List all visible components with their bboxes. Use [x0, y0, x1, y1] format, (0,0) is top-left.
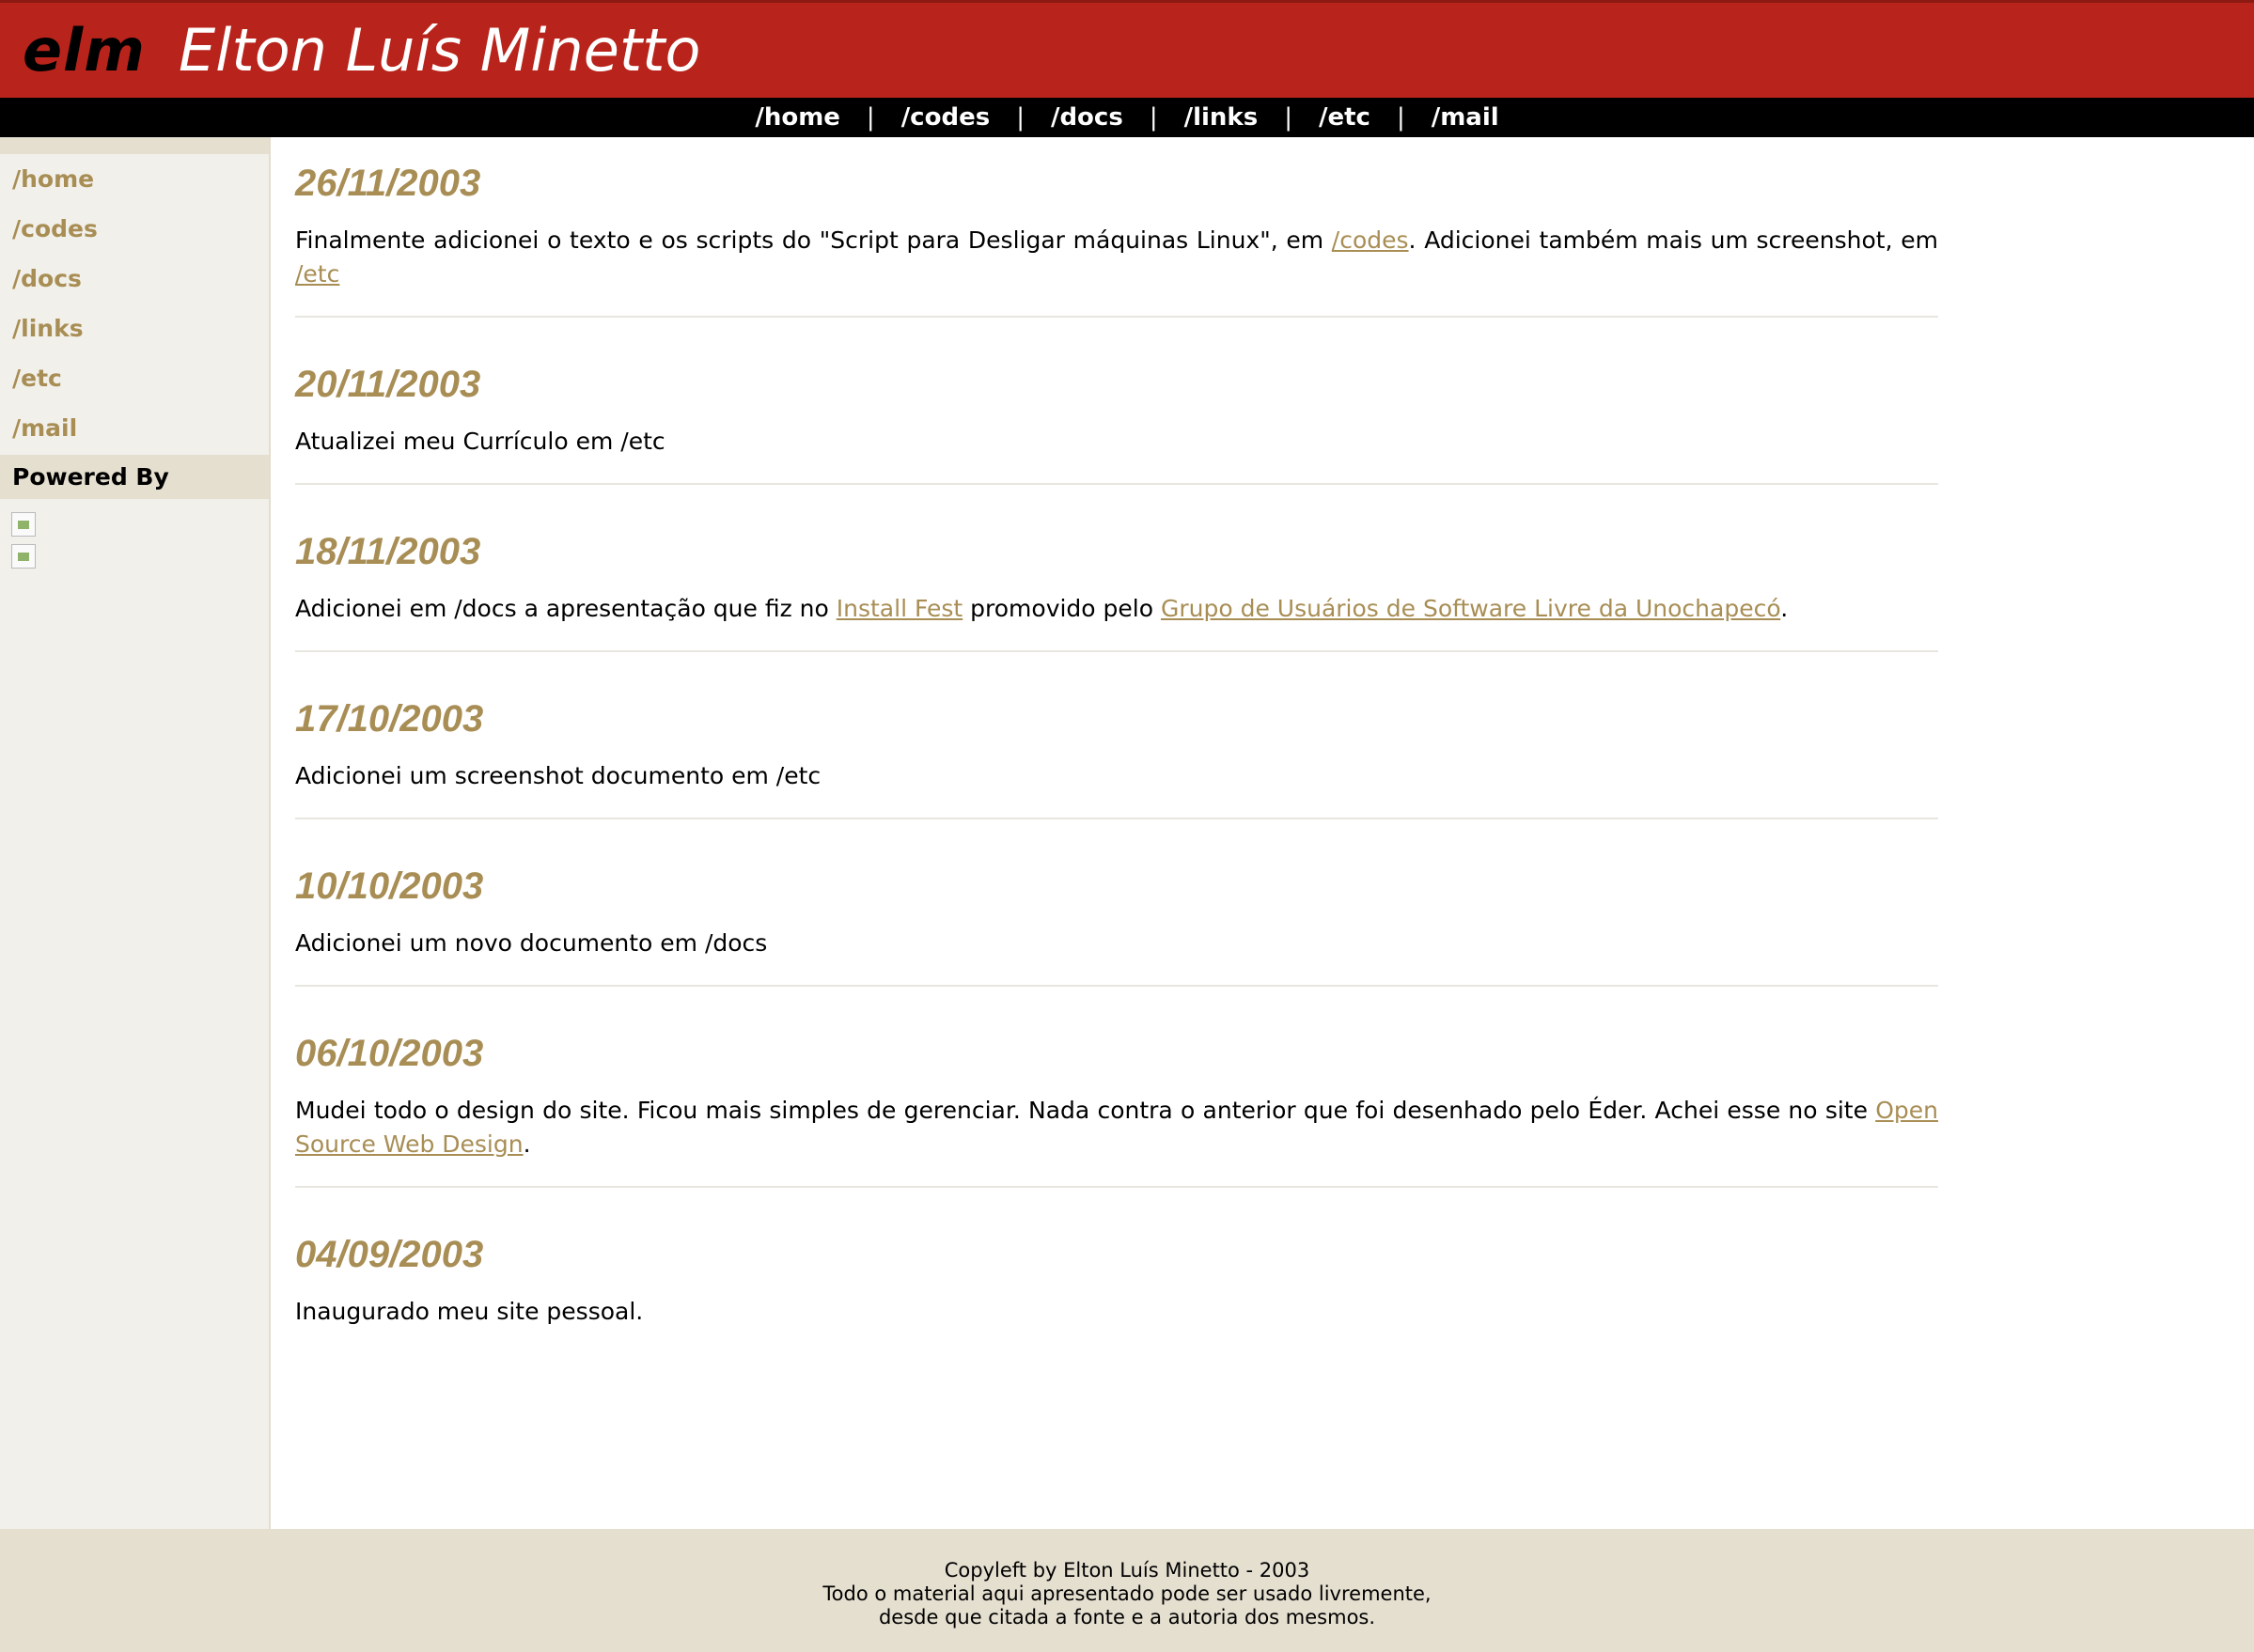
sidebar-item-etc[interactable]: /etc [0, 353, 269, 403]
entry-date: 20/11/2003 [295, 364, 481, 405]
header: elm Elton Luís Minetto [0, 0, 2254, 98]
topnav-docs-link[interactable]: /docs [1051, 103, 1123, 132]
sidebar-item-links[interactable]: /links [0, 304, 269, 353]
broken-image-icon[interactable] [11, 544, 36, 569]
footer-attribution-line: desde que citada a fonte e a autoria dos… [878, 1606, 1376, 1629]
site-logo[interactable]: elm [23, 16, 146, 85]
entry-date: 10/10/2003 [295, 865, 484, 907]
news-entry: 18/11/2003 Adicionei em /docs a apresenta… [295, 506, 1938, 652]
footer-license-line: Todo o material aqui apresentado pode se… [822, 1582, 1432, 1605]
entry-text-segment: . [523, 1130, 531, 1158]
entry-text: Adicionei em /docs a apresentação que fi… [295, 592, 1938, 626]
site-title: Elton Luís Minetto [179, 16, 701, 85]
footer: Copyleft by Elton Luís Minetto - 2003 To… [0, 1529, 2254, 1652]
sidebar-item-docs[interactable]: /docs [0, 254, 269, 304]
entry-text-segment: . Adicionei também mais um screenshot, e… [1408, 226, 1938, 254]
nav-separator: | [1149, 103, 1158, 132]
entry-link[interactable]: /codes [1332, 226, 1409, 254]
entry-text-segment: Mudei todo o design do site. Ficou mais … [295, 1097, 1876, 1124]
entry-text-segment: Inaugurado meu site pessoal. [295, 1298, 644, 1325]
entry-date: 04/09/2003 [295, 1234, 484, 1275]
entry-text-segment: Finalmente adicionei o texto e os script… [295, 226, 1332, 254]
powered-by-heading: Powered By [0, 455, 269, 499]
entry-link[interactable]: Grupo de Usuários de Software Livre da U… [1161, 595, 1780, 622]
topnav-home-link[interactable]: /home [755, 103, 840, 132]
sidebar-item-home[interactable]: /home [0, 154, 269, 204]
entry-link[interactable]: /etc [295, 260, 339, 288]
nav-separator: | [866, 103, 875, 132]
footer-copyleft: Copyleft by Elton Luís Minetto - 2003 [944, 1559, 1310, 1582]
entry-link[interactable]: Install Fest [837, 595, 963, 622]
entry-text-segment: promovido pelo [963, 595, 1161, 622]
topnav-codes-link[interactable]: /codes [901, 103, 991, 132]
entry-text: Adicionei um novo documento em /docs [295, 927, 1938, 960]
entry-text-segment: Adicionei um novo documento em /docs [295, 929, 768, 957]
news-entry: 06/10/2003 Mudei todo o design do site. F… [295, 1007, 1938, 1188]
news-entry: 17/10/2003 Adicionei um screenshot docume… [295, 673, 1938, 819]
news-entry: 26/11/2003 Finalmente adicionei o texto e… [295, 137, 1938, 318]
entry-date: 18/11/2003 [295, 531, 481, 572]
entry-date: 17/10/2003 [295, 698, 484, 740]
sidebar-item-mail[interactable]: /mail [0, 403, 269, 453]
topnav-etc-link[interactable]: /etc [1319, 103, 1370, 132]
nav-separator: | [1284, 103, 1292, 132]
nav-separator: | [1016, 103, 1025, 132]
sidebar-item-codes[interactable]: /codes [0, 204, 269, 254]
entry-text: Mudei todo o design do site. Ficou mais … [295, 1094, 1938, 1161]
broken-image-icon[interactable] [11, 512, 36, 537]
entry-text: Adicionei um screenshot documento em /et… [295, 759, 1938, 793]
news-entry: 20/11/2003 Atualizei meu Currículo em /et… [295, 338, 1938, 485]
entry-text: Atualizei meu Currículo em /etc [295, 425, 1938, 459]
entry-text-segment: Adicionei em /docs a apresentação que fi… [295, 595, 837, 622]
news-entry: 04/09/2003 Inaugurado meu site pessoal. [295, 1208, 1938, 1353]
news-entry: 10/10/2003 Adicionei um novo documento em… [295, 840, 1938, 987]
entry-text: Inaugurado meu site pessoal. [295, 1295, 1938, 1329]
news-feed: 26/11/2003 Finalmente adicionei o texto e… [295, 137, 1938, 1374]
entry-text: Finalmente adicionei o texto e os script… [295, 224, 1938, 291]
nav-separator: | [1396, 103, 1405, 132]
entry-text-segment: . [1780, 595, 1789, 622]
entry-date: 26/11/2003 [295, 163, 481, 204]
entry-text-segment: Adicionei um screenshot documento em /et… [295, 762, 822, 789]
sidebar-top-bar [0, 137, 269, 154]
top-navigation: /home | /codes | /docs | /links | /etc | /mail [0, 98, 2254, 137]
sidebar: /home /codes /docs /links /etc /mail Pow… [0, 137, 271, 1529]
entry-date: 06/10/2003 [295, 1033, 484, 1074]
entry-text-segment: Atualizei meu Currículo em /etc [295, 428, 665, 455]
topnav-mail-link[interactable]: /mail [1432, 103, 1499, 132]
topnav-links-link[interactable]: /links [1184, 103, 1259, 132]
